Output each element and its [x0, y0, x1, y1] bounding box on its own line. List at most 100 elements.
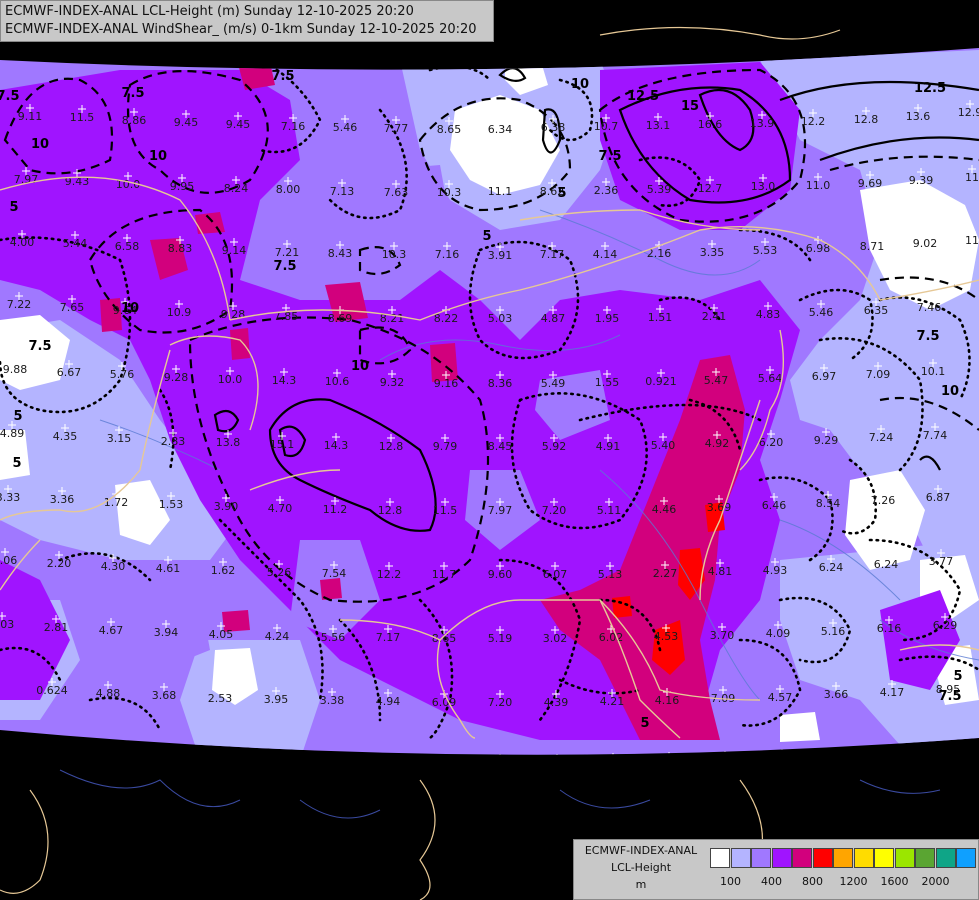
field-value-label: 11.5: [433, 504, 458, 517]
field-value-label: 3.17: [149, 753, 174, 766]
field-value-label: 7.13: [330, 185, 355, 198]
field-value-label: 4.92: [705, 437, 730, 450]
field-value-label: 2.20: [47, 557, 72, 570]
legend-swatch: [710, 848, 730, 868]
field-value-label: 6.35: [864, 304, 889, 317]
contour-label: 10: [121, 301, 139, 316]
legend-tick-label: 800: [802, 875, 823, 888]
field-value-label: 5.40: [651, 439, 676, 452]
field-value-label: 3.66: [824, 688, 849, 701]
field-value-label: 7.26: [871, 494, 896, 507]
legend-tick-label: 400: [761, 875, 782, 888]
field-value-label: 7.97: [14, 173, 39, 186]
contour-label: 10: [351, 359, 369, 374]
field-value-label: 10.9: [167, 306, 192, 319]
field-value-label: 4.35: [53, 430, 78, 443]
field-value-label: 7.24: [869, 431, 894, 444]
field-value-label: 7.46: [917, 301, 942, 314]
field-value-label: 4.61: [156, 562, 181, 575]
field-value-label: 5.53: [753, 244, 778, 257]
contour-label: 10: [31, 137, 49, 152]
contour-label: 10: [149, 149, 167, 164]
field-value-label: 11.5: [70, 111, 95, 124]
field-value-label: 5.11: [597, 504, 622, 517]
field-value-label: 13.6: [906, 110, 931, 123]
field-value-label: 6.16: [877, 622, 902, 635]
field-value-label: 4.57: [768, 691, 793, 704]
field-value-label: 7.97: [488, 504, 513, 517]
field-value-label: 4.89: [0, 427, 24, 440]
field-value-label: 8.43: [328, 247, 353, 260]
field-value-label: 0.921: [645, 375, 677, 388]
field-value-label: 4.21: [600, 695, 625, 708]
field-value-label: 7.54: [322, 567, 347, 580]
field-value-label: 8.69: [328, 312, 353, 325]
grid-cross: [214, 749, 222, 755]
field-value-label: 3.69: [707, 501, 732, 514]
contour-label: 7.5: [916, 329, 939, 344]
field-value-label: 3.95: [264, 693, 289, 706]
field-value-label: 5.49: [541, 377, 566, 390]
field-value-label: 3.68: [152, 689, 177, 702]
field-value-label: 4.39: [544, 696, 569, 709]
field-value-label: 6.34: [488, 123, 513, 136]
field-value-label: 12.9: [958, 106, 979, 119]
field-value-label: 3.91: [488, 249, 513, 262]
field-value-label: 4.87: [541, 312, 566, 325]
field-value-label: 16.6: [698, 118, 723, 131]
field-value-label: 5.46: [809, 306, 834, 319]
field-value-label: 6.46: [762, 499, 787, 512]
field-value-label: 1.95: [595, 312, 620, 325]
field-value-label: 6.03: [770, 755, 795, 768]
field-value-label: 13.0: [751, 180, 776, 193]
field-value-label: 12.7: [698, 182, 723, 195]
field-value-label: 12.8: [854, 113, 879, 126]
field-value-label: 8.86: [122, 114, 147, 127]
field-value-label: 10.0: [218, 373, 243, 386]
field-value-label: 4.70: [268, 502, 293, 515]
legend-tick-label: 1600: [880, 875, 909, 888]
field-value-label: 13.1: [646, 119, 671, 132]
field-value-label: 2.41: [702, 310, 727, 323]
field-value-label: 5.47: [704, 374, 729, 387]
field-value-label: 3.02: [543, 632, 568, 645]
field-value-label: 11.0: [806, 179, 831, 192]
grid-cross: [440, 754, 448, 755]
field-value-label: 5.64: [758, 372, 783, 385]
field-value-label: 3.33: [0, 491, 20, 504]
field-value-label: 9.45: [174, 116, 199, 129]
weather-map: 9.11 11.5 8.86 9.45 9.45 7.16 5.46 7.77 8.65 6.34…: [0, 19, 979, 900]
field-value-label: 5.13: [598, 568, 623, 581]
field-value-label: 5.03: [488, 312, 513, 325]
contour-label: 10: [571, 77, 589, 92]
field-value-label: 5.18: [939, 747, 964, 760]
grid-cross: [891, 744, 899, 752]
field-value-label: 8.24: [224, 182, 249, 195]
field-value-label: 7.20: [488, 696, 513, 709]
field-value-label: 4.01: [713, 757, 738, 770]
field-value-label: 9.39: [909, 174, 934, 187]
legend-title-line-2: LCL-Height: [610, 861, 672, 874]
field-value-label: 4.94: [376, 695, 401, 708]
field-value-label: 2.53: [208, 692, 233, 705]
field-value-label: 4.67: [99, 624, 124, 637]
contour-label: 15: [681, 99, 699, 114]
field-value-label: 4.05: [209, 628, 234, 641]
field-value-label: 7.21: [275, 246, 300, 259]
field-value-label: 4.00: [10, 236, 35, 249]
field-value-label: 6.24: [874, 558, 899, 571]
field-value-label: 4.53: [654, 630, 679, 643]
field-value-label: 6.20: [759, 436, 784, 449]
field-value-label: 4.19: [432, 760, 457, 773]
legend-tick-label: 100: [720, 875, 741, 888]
field-value-label: 2.27: [653, 567, 678, 580]
legend-tick-label: 2000: [921, 875, 950, 888]
field-value-label: 14.3: [324, 439, 349, 452]
grid-cross: [384, 753, 392, 755]
field-value-label: 4.81: [708, 565, 733, 578]
grid-cross: [778, 749, 786, 755]
field-value-label: 7.20: [542, 504, 567, 517]
field-value-label: 7.17: [376, 631, 401, 644]
field-value-label: 9.88: [3, 363, 28, 376]
field-value-label: 3.36: [50, 493, 75, 506]
